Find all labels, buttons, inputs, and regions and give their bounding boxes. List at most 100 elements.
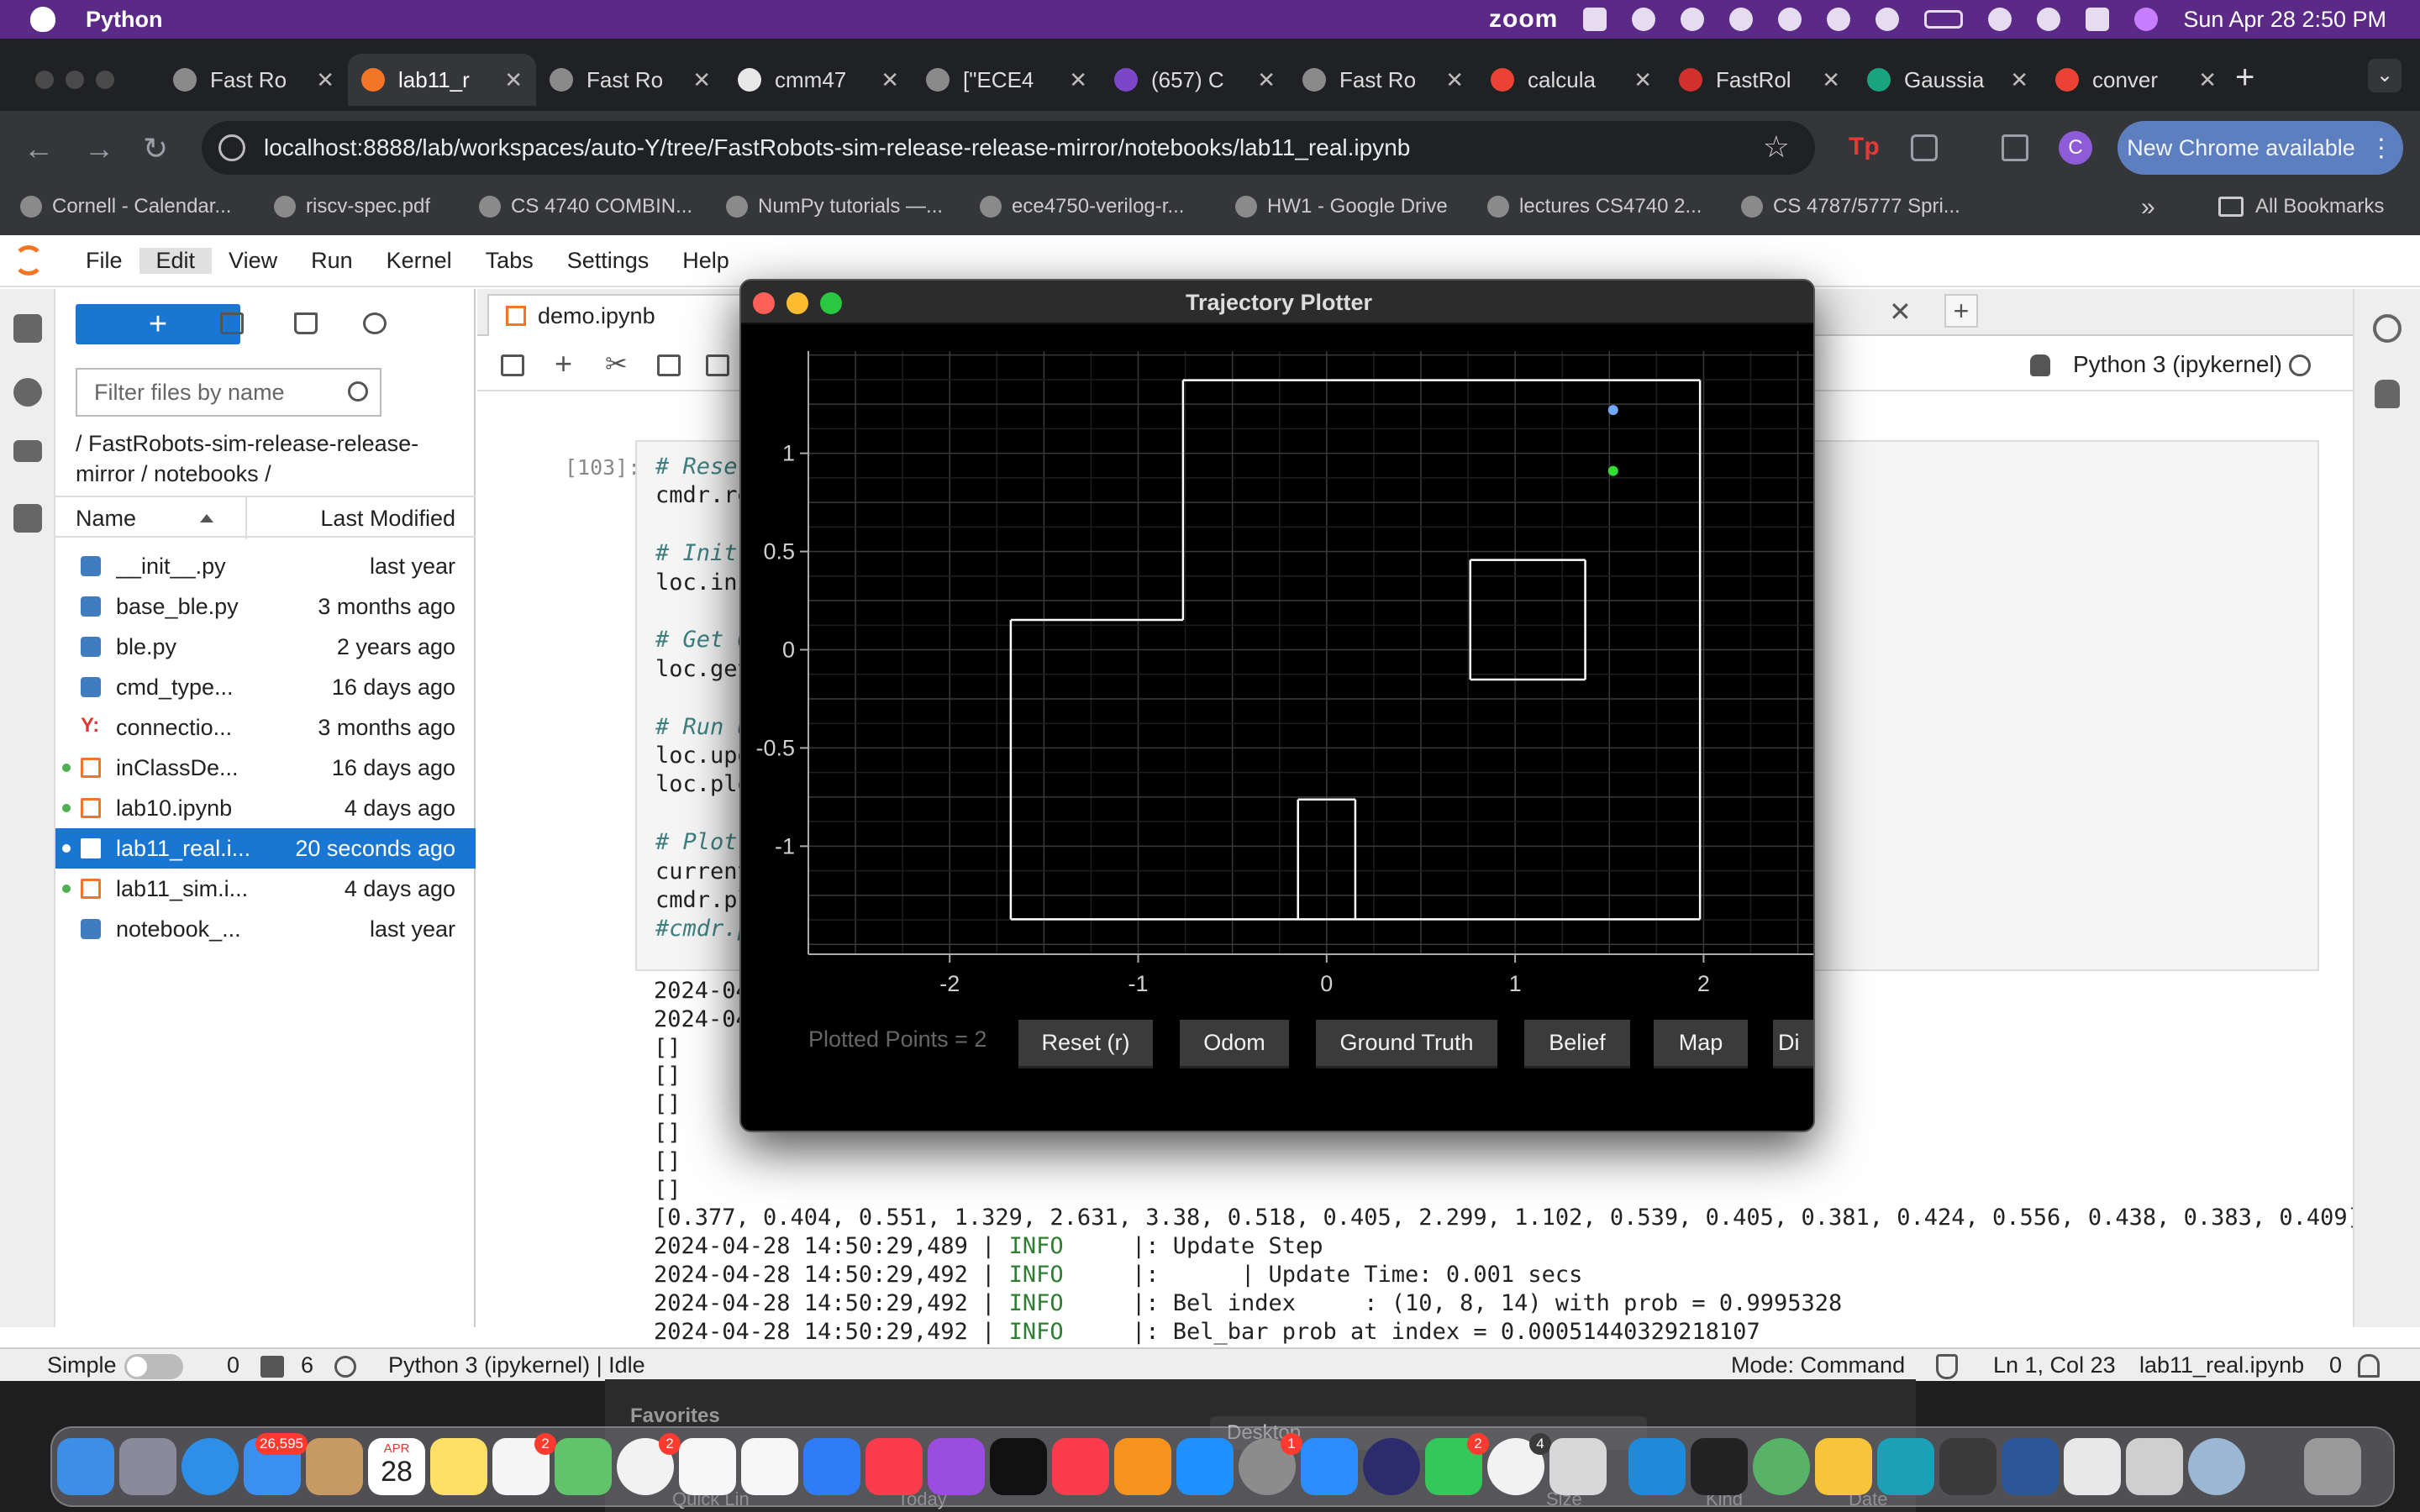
browser-tab[interactable]: FastRol ✕ — [1665, 54, 1854, 106]
apple-icon[interactable] — [30, 7, 55, 32]
close-tab-icon[interactable]: ✕ — [1889, 296, 1912, 328]
menu-kernel[interactable]: Kernel — [370, 248, 469, 274]
breadcrumb[interactable]: / FastRobots-sim-release-release-mirror … — [76, 428, 462, 489]
back-arrow-icon[interactable]: ← — [24, 131, 54, 166]
window-minimize-button[interactable] — [66, 71, 84, 89]
eclipse-icon[interactable] — [1363, 1438, 1420, 1495]
tab-close-icon[interactable]: ✕ — [504, 67, 523, 93]
tab-close-icon[interactable]: ✕ — [1069, 67, 1087, 93]
freeform-icon[interactable] — [679, 1438, 736, 1495]
reset-button[interactable]: Reset (r) — [1018, 1020, 1153, 1068]
upload-icon[interactable] — [294, 312, 318, 334]
browser-tab[interactable]: Fast Ro ✕ — [536, 54, 724, 106]
plotter-close-button[interactable] — [753, 292, 775, 314]
odom-button[interactable]: Odom — [1180, 1020, 1289, 1068]
browser-tab[interactable]: Gaussia ✕ — [1854, 54, 2042, 106]
music-icon[interactable] — [865, 1438, 923, 1495]
menu-tabs[interactable]: Tabs — [469, 248, 550, 274]
file-row[interactable]: notebook_... last year — [55, 909, 476, 949]
keynote-icon[interactable] — [803, 1438, 860, 1495]
cut-icon[interactable]: ✂ — [605, 348, 628, 380]
file-row[interactable]: __init__.py last year — [55, 546, 476, 586]
browser-tab[interactable]: calcula ✕ — [1477, 54, 1665, 106]
bookmark-star-icon[interactable]: ☆ — [1763, 129, 1790, 165]
file-row[interactable]: lab11_sim.i... 4 days ago — [55, 869, 476, 909]
unity-icon[interactable] — [1549, 1438, 1607, 1495]
new-launcher-button[interactable]: + — [76, 304, 240, 344]
tab-close-icon[interactable]: ✕ — [2198, 67, 2217, 93]
terminal-app-icon[interactable] — [1691, 1438, 1748, 1495]
arduino-icon[interactable] — [1877, 1438, 1934, 1495]
mail-icon[interactable]: 26,595 — [244, 1433, 308, 1495]
file-row[interactable]: ble.py 2 years ago — [55, 627, 476, 667]
app-store-icon[interactable] — [1176, 1438, 1234, 1495]
bookmark-item[interactable]: HW1 - Google Drive — [1235, 195, 1448, 218]
new-tab-button[interactable]: + — [2235, 59, 2254, 97]
bookmark-item[interactable]: Cornell - Calendar... — [20, 195, 231, 218]
bookmark-item[interactable]: CS 4740 COMBIN... — [479, 195, 692, 218]
extension-tp-icon[interactable]: Tp — [1849, 133, 1880, 161]
file-row[interactable]: cmd_type... 16 days ago — [55, 667, 476, 707]
menu-help[interactable]: Help — [666, 248, 746, 274]
finder-icon[interactable] — [57, 1438, 114, 1495]
menu-settings[interactable]: Settings — [550, 248, 666, 274]
tab-close-icon[interactable]: ✕ — [1257, 67, 1276, 93]
active-app-name[interactable]: Python — [86, 7, 163, 33]
belief-button[interactable]: Belief — [1524, 1020, 1630, 1068]
file-row[interactable]: Y: connectio... 3 months ago — [55, 707, 476, 748]
file-filter-input[interactable]: Filter files by name — [76, 368, 381, 417]
numbers-icon[interactable] — [741, 1438, 798, 1495]
simple-mode-toggle[interactable] — [124, 1354, 183, 1379]
news-icon[interactable] — [1052, 1438, 1109, 1495]
kebab-menu-icon[interactable]: ⋮ — [2369, 134, 2394, 163]
bookmark-item[interactable]: riscv-spec.pdf — [274, 195, 430, 218]
calendar-icon[interactable]: APR 28 — [368, 1438, 425, 1495]
file-row[interactable]: lab10.ipynb 4 days ago — [55, 788, 476, 828]
control-center-icon[interactable] — [2086, 8, 2110, 31]
running-kernels-icon[interactable] — [13, 378, 42, 407]
terminals-count[interactable]: 0 — [227, 1352, 239, 1378]
trajectory-plot[interactable]: -2 -1 0 1 2 1 0.5 0 -0.5 -1 — [741, 326, 1815, 998]
notification-count[interactable]: 0 — [2329, 1352, 2342, 1378]
tab-close-icon[interactable]: ✕ — [1822, 67, 1840, 93]
books-icon[interactable] — [1114, 1438, 1171, 1495]
tab-close-icon[interactable]: ✕ — [2010, 67, 2028, 93]
vscode-icon[interactable] — [1628, 1438, 1686, 1495]
file-browser-icon[interactable] — [13, 314, 42, 343]
kernel-name[interactable]: Python 3 (ipykernel) — [2073, 351, 2282, 378]
menu-run[interactable]: Run — [294, 248, 370, 274]
bookmark-item[interactable]: ece4750-verilog-r... — [980, 195, 1184, 218]
malwarebytes-icon[interactable] — [1632, 8, 1656, 31]
battery-icon[interactable] — [1924, 10, 1964, 29]
script-app-icon[interactable] — [2126, 1438, 2183, 1495]
ground-truth-button[interactable]: Ground Truth — [1316, 1020, 1497, 1068]
copy-icon[interactable] — [657, 354, 681, 376]
vpn-icon[interactable] — [1681, 8, 1705, 31]
tab-close-icon[interactable]: ✕ — [316, 67, 334, 93]
zoom-app-icon[interactable] — [1301, 1438, 1358, 1495]
debugger-panel-icon[interactable] — [2375, 380, 2400, 408]
network-app-icon[interactable] — [1753, 1438, 1810, 1495]
column-divider[interactable] — [245, 497, 247, 539]
browser-tab[interactable]: conver ✕ — [2042, 54, 2230, 106]
tab-close-icon[interactable]: ✕ — [881, 67, 899, 93]
bookmark-item[interactable]: NumPy tutorials —... — [726, 195, 943, 218]
safari-icon[interactable] — [182, 1438, 239, 1495]
reload-icon[interactable]: ↻ — [143, 131, 168, 166]
menu-view[interactable]: View — [212, 248, 294, 274]
menu-bar-clock[interactable]: Sun Apr 28 2:50 PM — [2183, 7, 2386, 33]
cyberduck-icon[interactable] — [1815, 1438, 1872, 1495]
all-bookmarks-button[interactable]: All Bookmarks — [2218, 195, 2384, 218]
extensions-puzzle-icon[interactable] — [1911, 134, 1938, 161]
profile-avatar[interactable]: C — [2059, 131, 2092, 165]
launchpad-icon[interactable] — [119, 1438, 176, 1495]
messages-icon[interactable]: 2 — [1425, 1433, 1489, 1495]
distribution-button[interactable]: Di — [1773, 1020, 1813, 1068]
utility-app-icon[interactable] — [1939, 1438, 1996, 1495]
forward-arrow-icon[interactable]: → — [84, 131, 114, 166]
bookmark-item[interactable]: CS 4787/5777 Spri... — [1741, 195, 1960, 218]
chrome-icon[interactable]: 4 — [1487, 1433, 1551, 1495]
wifi-icon[interactable] — [1988, 8, 2012, 31]
contacts-icon[interactable] — [306, 1438, 363, 1495]
bookmarks-overflow-icon[interactable]: » — [2141, 193, 2155, 222]
